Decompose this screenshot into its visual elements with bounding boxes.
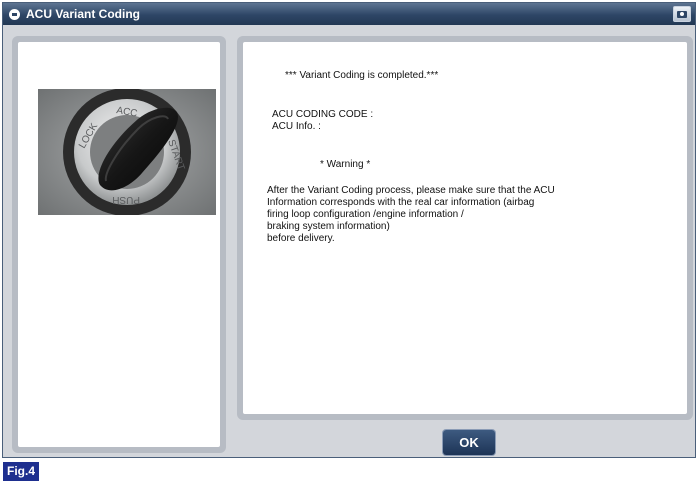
- warning-line: After the Variant Coding process, please…: [267, 185, 555, 196]
- figure-label: Fig.4: [3, 462, 40, 481]
- warning-line: firing loop configuration /engine inform…: [267, 209, 464, 220]
- left-panel-content: LOCK ACC START PUSH: [18, 42, 220, 447]
- coding-code-label: ACU CODING CODE :: [272, 109, 374, 120]
- window-title: ACU Variant Coding: [26, 7, 141, 21]
- camera-icon[interactable]: [673, 6, 691, 22]
- ok-button[interactable]: OK: [443, 430, 495, 455]
- warning-text: After the Variant Coding process, please…: [267, 185, 597, 245]
- acu-info-label: ACU Info. :: [272, 121, 321, 132]
- app-icon: [9, 8, 20, 20]
- title-bar: ACU Variant Coding: [3, 3, 695, 25]
- warning-line: Information corresponds with the real ca…: [267, 197, 535, 208]
- completed-message: *** Variant Coding is completed.***: [285, 70, 439, 81]
- acu-variant-coding-window: ACU Variant Coding LOCK ACC START PUSH *…: [2, 2, 696, 458]
- engraved-push: PUSH: [112, 194, 140, 205]
- warning-title: * Warning *: [320, 159, 371, 170]
- warning-line: before delivery.: [267, 233, 335, 244]
- ignition-key-photo: LOCK ACC START PUSH: [38, 89, 216, 215]
- message-area: *** Variant Coding is completed.*** ACU …: [243, 42, 687, 414]
- warning-line: braking system information): [267, 221, 390, 232]
- left-panel: LOCK ACC START PUSH: [12, 36, 226, 453]
- right-panel: *** Variant Coding is completed.*** ACU …: [237, 36, 693, 420]
